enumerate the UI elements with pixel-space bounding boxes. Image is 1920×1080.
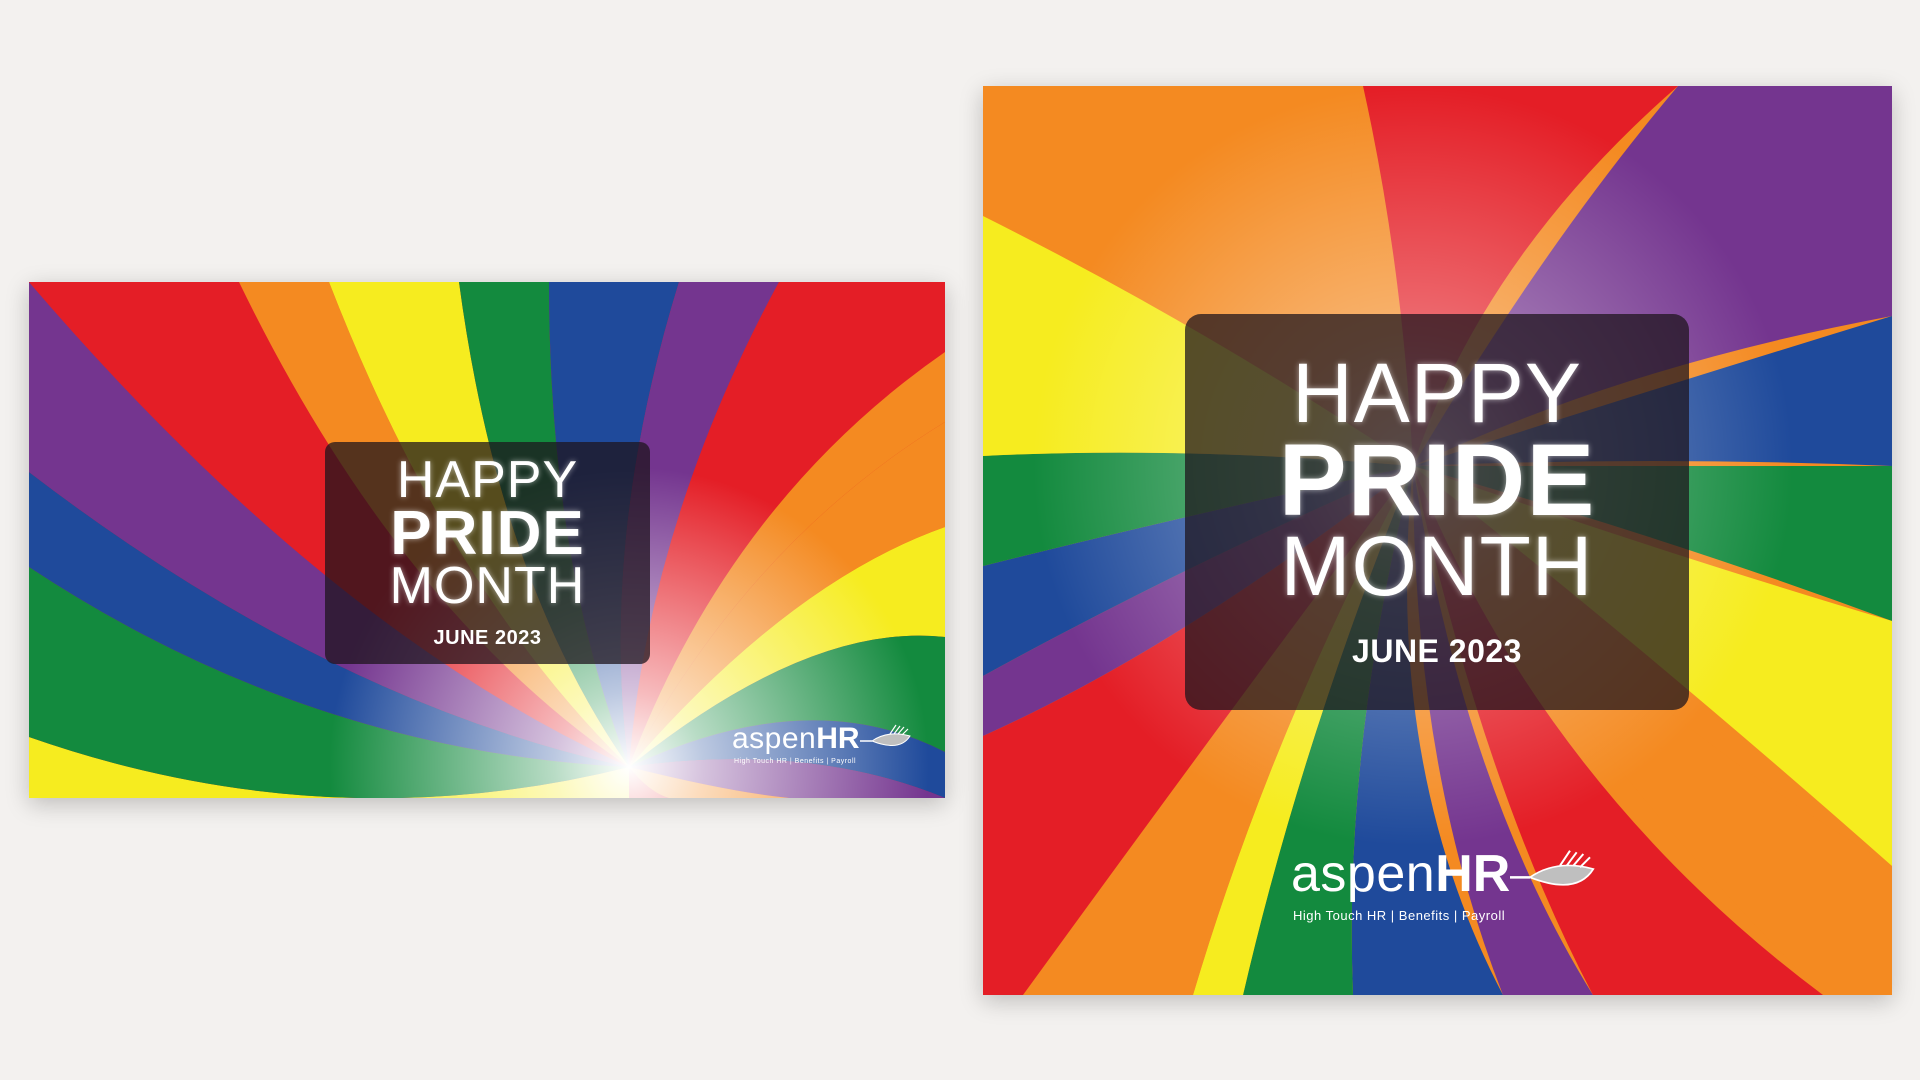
logo-tagline: High Touch HR | Benefits | Payroll <box>1293 908 1506 923</box>
pride-banner-wide: HAPPY PRIDE MONTH JUNE 2023 aspen HR High… <box>29 282 945 798</box>
headline-pride: PRIDE <box>390 498 585 568</box>
leaf-icon <box>1510 850 1595 886</box>
aspenhr-logo: aspen HR High Touch HR | Benefits | Payro… <box>1291 844 1600 923</box>
headline-happy: HAPPY <box>1292 345 1582 440</box>
logo-name-light: aspen <box>1291 845 1436 903</box>
date-label: JUNE 2023 <box>433 627 542 650</box>
headline-month: MONTH <box>389 557 586 616</box>
logo-name-bold: HR <box>1435 845 1511 903</box>
headline-pride: PRIDE <box>1278 422 1596 537</box>
logo-name-bold: HR <box>816 722 860 755</box>
date-label: JUNE 2023 <box>1352 633 1522 670</box>
headline-month: MONTH <box>1280 519 1594 614</box>
logo-name-light: aspen <box>732 722 817 755</box>
aspenhr-logo: aspen HR High Touch HR | Benefits | Payro… <box>732 722 914 765</box>
leaf-icon <box>859 724 911 746</box>
pride-banner-square: HAPPY PRIDE MONTH JUNE 2023 aspen HR High… <box>983 86 1892 995</box>
headline-panel: HAPPY PRIDE MONTH JUNE 2023 <box>325 442 650 664</box>
headline-happy: HAPPY <box>396 450 579 509</box>
headline-panel: HAPPY PRIDE MONTH JUNE 2023 <box>1185 314 1689 710</box>
logo-tagline: High Touch HR | Benefits | Payroll <box>734 758 857 765</box>
